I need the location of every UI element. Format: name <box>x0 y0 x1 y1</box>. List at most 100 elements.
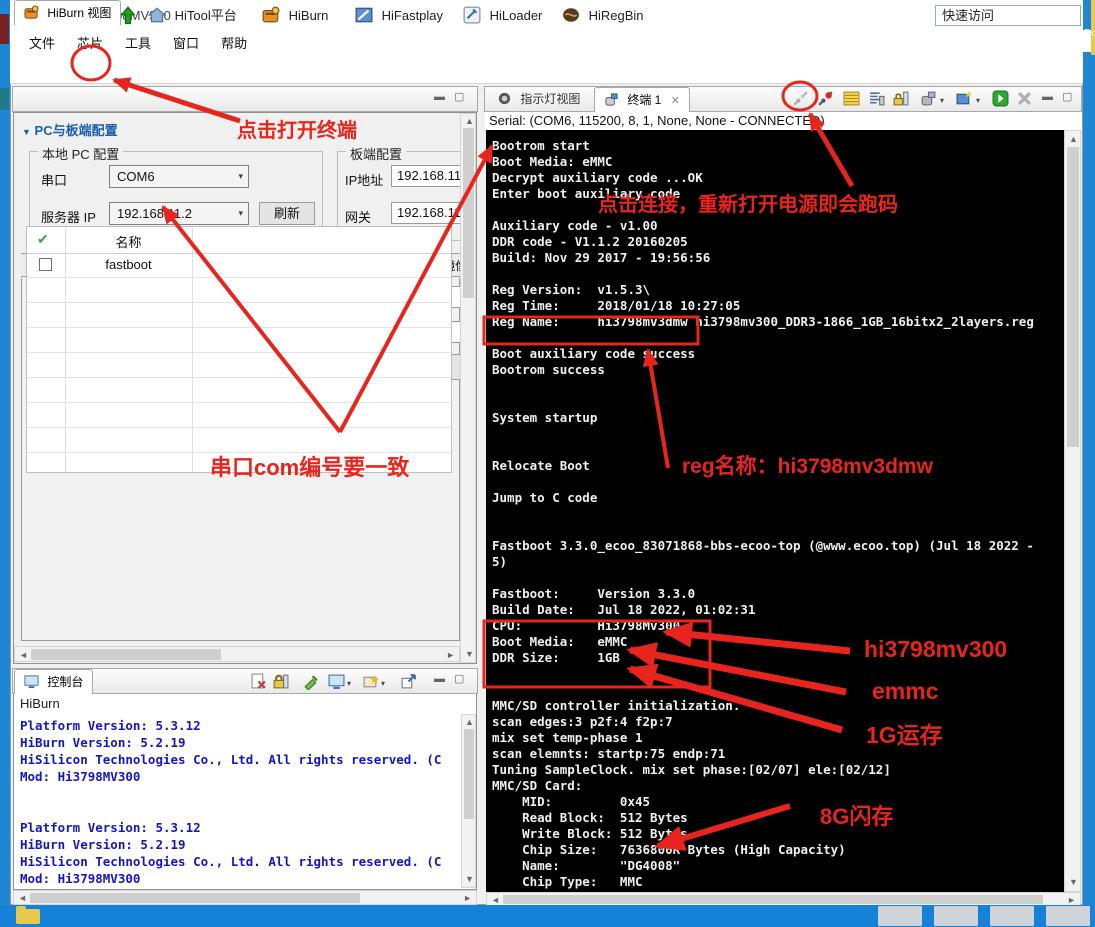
annotation-com-match: 串口com编号要一致 <box>210 455 410 480</box>
terminal-line: Chip Type: MMC <box>492 874 643 889</box>
console-source-label: HiBurn <box>13 694 477 714</box>
export-log-icon[interactable] <box>400 673 417 690</box>
console-hscrollbar[interactable]: ◄ ► <box>13 890 477 905</box>
hiburn-view-header <box>12 86 478 112</box>
indicator-tab-icon <box>497 90 512 105</box>
terminal-line: Auxiliary code - v1.00 <box>492 218 658 233</box>
terminate-icon[interactable] <box>1016 90 1033 107</box>
table-gridlines <box>27 253 451 472</box>
console-maximize-icon[interactable]: ▢ <box>454 673 464 685</box>
hiburn-view-maximize-icon[interactable]: ▢ <box>454 91 464 103</box>
hiburn-view-content: ▼ PC与板端配置 本地 PC 配置 串口 COM6 ▾ 服务器 IP 192.… <box>13 112 477 664</box>
terminal-line: Reg Name: hi3798mv3dmw hi3798mv300_DDR3-… <box>492 314 1034 329</box>
terminal-line: MMC/SD controller initialization. <box>492 698 741 713</box>
chevron-down-icon[interactable]: ▾ <box>381 679 385 688</box>
terminal-line: Boot auxiliary code success <box>492 346 696 361</box>
terminal-line: Reg Time: 2018/01/18 10:27:05 <box>492 298 741 313</box>
tab-terminal-1[interactable]: 终端 1 ✕ <box>594 87 690 112</box>
terminal-buffer-icon[interactable] <box>843 90 860 107</box>
launcher-hiregbin[interactable]: HiRegBin <box>562 5 644 27</box>
server-ip-label: 服务器 IP <box>41 210 96 225</box>
server-ip-combo[interactable]: 192.168.11.2 ▾ <box>109 202 249 225</box>
close-terminal-icon[interactable]: ✕ <box>671 95 680 107</box>
launcher-hifastplay[interactable]: HiFastplay <box>355 5 443 27</box>
row-checkbox[interactable] <box>39 258 52 271</box>
console-minimize-icon[interactable]: ▬ <box>434 673 445 685</box>
terminal-line: Name: "DG4008" <box>492 858 681 873</box>
terminal-line: Fastboot 3.3.0_ecoo_83071868-bbs-ecoo-to… <box>492 538 1034 553</box>
tab-hiburn-view[interactable]: HiBurn 视图 <box>14 0 122 25</box>
partition-table: ✔ 名称 fastboot <box>26 226 452 473</box>
hiburn-hscrollbar[interactable]: ◄ ► <box>14 646 460 662</box>
new-terminal-icon[interactable] <box>956 90 973 107</box>
console-line: HiBurn Version: 5.2.19 <box>20 837 186 852</box>
chevron-down-icon: ▾ <box>238 171 243 181</box>
tab-console[interactable]: 控制台 <box>14 669 94 694</box>
console-output[interactable]: Platform Version: 5.3.12 HiBurn Version: … <box>13 714 477 890</box>
taskbar-item[interactable] <box>1046 906 1090 926</box>
select-all-check-icon[interactable]: ✔ <box>37 231 49 248</box>
pc-board-config-section[interactable]: ▼ PC与板端配置 <box>22 120 118 139</box>
terminal-vscrollbar[interactable]: ▲ ▼ <box>1064 130 1081 892</box>
console-line: Platform Version: 5.3.12 <box>20 718 201 733</box>
clear-console-icon[interactable] <box>250 673 267 690</box>
new-console-icon[interactable] <box>362 673 379 690</box>
terminal-maximize-icon[interactable]: ▢ <box>1062 91 1072 103</box>
chevron-down-icon[interactable]: ▾ <box>940 96 944 105</box>
console-line: HiSilicon Technologies Co., Ltd. All rig… <box>20 854 442 869</box>
terminal-settings-icon[interactable] <box>920 90 937 107</box>
terminal-disconnect-icon[interactable] <box>792 90 809 107</box>
terminal-line: CPU: Hi3798Mv300 <box>492 618 681 633</box>
terminal-hscrollbar[interactable]: ◄ ► <box>486 892 1081 906</box>
terminal-lock-icon[interactable] <box>892 90 909 107</box>
pin-console-icon[interactable] <box>302 673 319 691</box>
chevron-down-icon: ▾ <box>238 208 243 218</box>
terminal-connect-icon[interactable] <box>817 90 834 107</box>
taskbar[interactable] <box>0 905 1095 927</box>
serial-status-bar: Serial: (COM6, 115200, 8, 1, None, None … <box>485 112 1082 130</box>
serial-port-combo[interactable]: COM6 ▾ <box>109 165 249 188</box>
folder-icon[interactable] <box>16 906 40 924</box>
terminal-line: scan edges:3 p2f:4 f2p:7 <box>492 714 673 729</box>
annotation-ddr: 1G运存 <box>866 722 943 748</box>
hiburn-view-minimize-icon[interactable]: ▬ <box>434 91 445 103</box>
table-row[interactable]: fastboot <box>27 253 451 278</box>
quick-access-input[interactable]: 快速访问 <box>935 5 1081 26</box>
terminal-line: 5) <box>492 554 508 569</box>
display-console-icon[interactable] <box>328 673 345 690</box>
tab-indicator-view[interactable]: 指示灯视图 <box>488 87 589 112</box>
annotation-reg-name: reg名称：hi3798mv3dmw <box>682 455 933 478</box>
console-tab-icon <box>24 673 39 689</box>
console-vscrollbar[interactable]: ▲ ▼ <box>461 714 476 888</box>
taskbar-item[interactable] <box>934 906 978 926</box>
terminal-line: mix set temp-phase 1 <box>492 730 643 745</box>
hiburn-vscrollbar[interactable]: ▲ ▼ <box>460 113 476 663</box>
refresh-button[interactable]: 刷新 <box>259 202 315 225</box>
taskbar-item[interactable] <box>878 906 922 926</box>
terminal-line: scan elemnts: startp:75 endp:71 <box>492 746 726 761</box>
annotation-emmc: emmc <box>872 678 939 704</box>
launcher-hiloader[interactable]: HiLoader <box>463 5 542 27</box>
name-column-header[interactable]: 名称 <box>65 232 192 251</box>
taskbar-item[interactable] <box>990 906 1034 926</box>
chevron-down-icon[interactable]: ▾ <box>976 96 980 105</box>
launcher-hiburn[interactable]: HiBurn <box>262 5 328 27</box>
hiburn-tab-icon <box>24 4 39 19</box>
terminal-scroll-icon[interactable] <box>868 90 885 107</box>
annotation-click-connect: 点击连接，重新打开电源即会跑码 <box>598 194 898 216</box>
terminal-line: MID: 0x45 <box>492 794 651 809</box>
scroll-lock-icon[interactable] <box>272 673 289 690</box>
serial-label: 串口 <box>41 173 68 188</box>
terminal-line: Write Block: 512 Bytes <box>492 826 688 841</box>
launcher-hitool[interactable]: HiTool平台 <box>147 5 237 27</box>
terminal-line: DDR code - V1.1.2 20160205 <box>492 234 688 249</box>
terminal-output[interactable]: Bootrom start Boot Media: eMMC Decrypt aux… <box>486 130 1064 892</box>
chevron-down-icon[interactable]: ▾ <box>347 679 351 688</box>
hiburn-icon <box>262 6 280 24</box>
run-icon[interactable] <box>992 90 1009 107</box>
terminal-minimize-icon[interactable]: ▬ <box>1042 91 1053 103</box>
